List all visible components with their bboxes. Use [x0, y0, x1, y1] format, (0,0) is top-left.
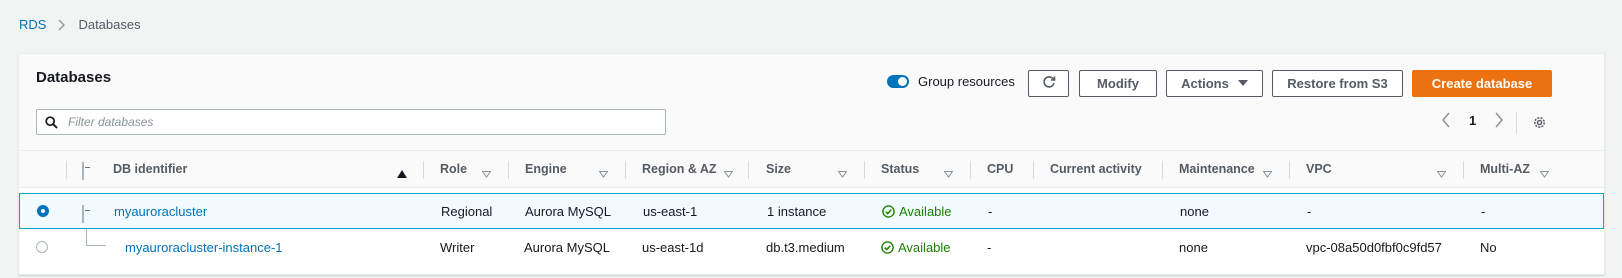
sort-icon[interactable]: [481, 165, 492, 181]
column-status[interactable]: Status: [881, 151, 919, 187]
refresh-button[interactable]: [1028, 70, 1069, 97]
table-row[interactable]: myauroracluster-instance-1 Writer Aurora…: [19, 229, 1604, 265]
status-text: Available: [898, 239, 951, 255]
radio-selected-icon[interactable]: [37, 205, 49, 217]
column-divider: [423, 161, 424, 179]
tree-connector-line: [86, 245, 106, 246]
cell-engine: Aurora MySQL: [524, 239, 610, 255]
sort-icon[interactable]: [1539, 165, 1550, 181]
status-badge: Available: [881, 229, 951, 265]
caret-down-icon: [1237, 80, 1248, 87]
collapse-all-icon[interactable]: [82, 162, 84, 180]
db-identifier-link[interactable]: myauroracluster: [114, 204, 207, 219]
sort-icon[interactable]: [1262, 165, 1273, 181]
cell-multi-az: -: [1481, 203, 1486, 219]
breadcrumb-current: Databases: [78, 17, 141, 32]
radio-unselected-icon[interactable]: [36, 241, 48, 253]
databases-panel: Databases Group resources Modify Actions…: [18, 53, 1605, 275]
column-divider: [748, 161, 749, 179]
column-engine[interactable]: Engine: [525, 151, 567, 187]
cell-cpu: -: [987, 239, 992, 255]
table-header: DB identifier Role Engine Region & AZ Si…: [19, 150, 1604, 188]
page-number[interactable]: 1: [1469, 113, 1476, 128]
cell-region: us-east-1: [643, 203, 698, 219]
check-circle-icon: [882, 204, 895, 218]
column-divider: [508, 161, 509, 179]
actions-label: Actions: [1181, 76, 1229, 91]
sort-icon[interactable]: [598, 165, 609, 181]
cell-multi-az: No: [1480, 239, 1497, 255]
table-row[interactable]: myauroracluster Regional Aurora MySQL us…: [19, 193, 1604, 229]
search-icon: [45, 115, 58, 129]
cell-engine: Aurora MySQL: [525, 203, 611, 219]
search-input[interactable]: [66, 114, 630, 130]
pager-divider: [1516, 112, 1517, 134]
column-divider: [1463, 161, 1464, 179]
cell-vpc: vpc-08a50d0fbf0c9fd57: [1306, 239, 1442, 255]
filter-databases-search[interactable]: [36, 109, 666, 135]
column-multi-az[interactable]: Multi-AZ: [1480, 151, 1530, 187]
column-divider: [1162, 161, 1163, 179]
row-radio[interactable]: [37, 193, 49, 229]
modify-button[interactable]: Modify: [1079, 70, 1157, 97]
tree-connector-line: [86, 229, 87, 245]
cell-region: us-east-1d: [642, 239, 704, 255]
column-divider: [1289, 161, 1290, 179]
column-divider: [66, 161, 67, 179]
create-database-button[interactable]: Create database: [1412, 70, 1552, 97]
cell-maintenance: none: [1180, 203, 1209, 219]
column-cpu[interactable]: CPU: [987, 151, 1013, 187]
column-divider: [970, 161, 971, 179]
sort-icon[interactable]: [1436, 165, 1447, 181]
status-text: Available: [899, 203, 952, 219]
cell-vpc: -: [1307, 203, 1312, 219]
column-divider: [1033, 161, 1034, 179]
cell-cpu: -: [988, 203, 993, 219]
status-badge: Available: [882, 193, 952, 229]
check-circle-icon: [881, 240, 894, 254]
group-resources-label: Group resources: [918, 74, 1015, 89]
collapse-group-icon[interactable]: [82, 205, 84, 223]
chevron-right-icon[interactable]: [1494, 112, 1504, 128]
row-radio[interactable]: [36, 229, 48, 265]
toggle-switch-icon[interactable]: [887, 75, 909, 88]
column-region[interactable]: Region & AZ: [642, 151, 717, 187]
sort-icon[interactable]: [837, 165, 848, 181]
cell-role: Regional: [441, 203, 493, 219]
column-db-identifier[interactable]: DB identifier: [113, 151, 187, 187]
actions-button[interactable]: Actions: [1166, 70, 1263, 97]
breadcrumb: RDS Databases: [19, 17, 141, 32]
sort-icon[interactable]: [943, 165, 954, 181]
pagination: 1: [1441, 112, 1504, 128]
breadcrumb-rds-link[interactable]: RDS: [19, 17, 46, 32]
column-maintenance[interactable]: Maintenance: [1179, 151, 1255, 187]
panel-title: Databases: [36, 69, 112, 86]
cell-size: db.t3.medium: [766, 239, 845, 255]
sort-icon[interactable]: [723, 165, 734, 181]
column-divider: [625, 161, 626, 179]
restore-from-s3-button[interactable]: Restore from S3: [1272, 70, 1403, 97]
column-role[interactable]: Role: [440, 151, 467, 187]
column-size[interactable]: Size: [766, 151, 791, 187]
group-resources-toggle[interactable]: Group resources: [887, 74, 1015, 89]
chevron-left-icon[interactable]: [1441, 112, 1451, 128]
cell-role: Writer: [440, 239, 475, 255]
sort-ascending-icon[interactable]: [397, 165, 407, 181]
column-current-activity[interactable]: Current activity: [1050, 151, 1142, 187]
column-vpc[interactable]: VPC: [1306, 151, 1332, 187]
cell-size: 1 instance: [767, 203, 827, 219]
settings-gear-icon[interactable]: [1532, 115, 1547, 130]
panel-header: [19, 54, 1604, 150]
chevron-right-icon: [58, 19, 66, 31]
refresh-icon: [1042, 75, 1056, 92]
column-divider: [864, 161, 865, 179]
db-identifier-link[interactable]: myauroracluster-instance-1: [125, 240, 283, 255]
cell-maintenance: none: [1179, 239, 1208, 255]
